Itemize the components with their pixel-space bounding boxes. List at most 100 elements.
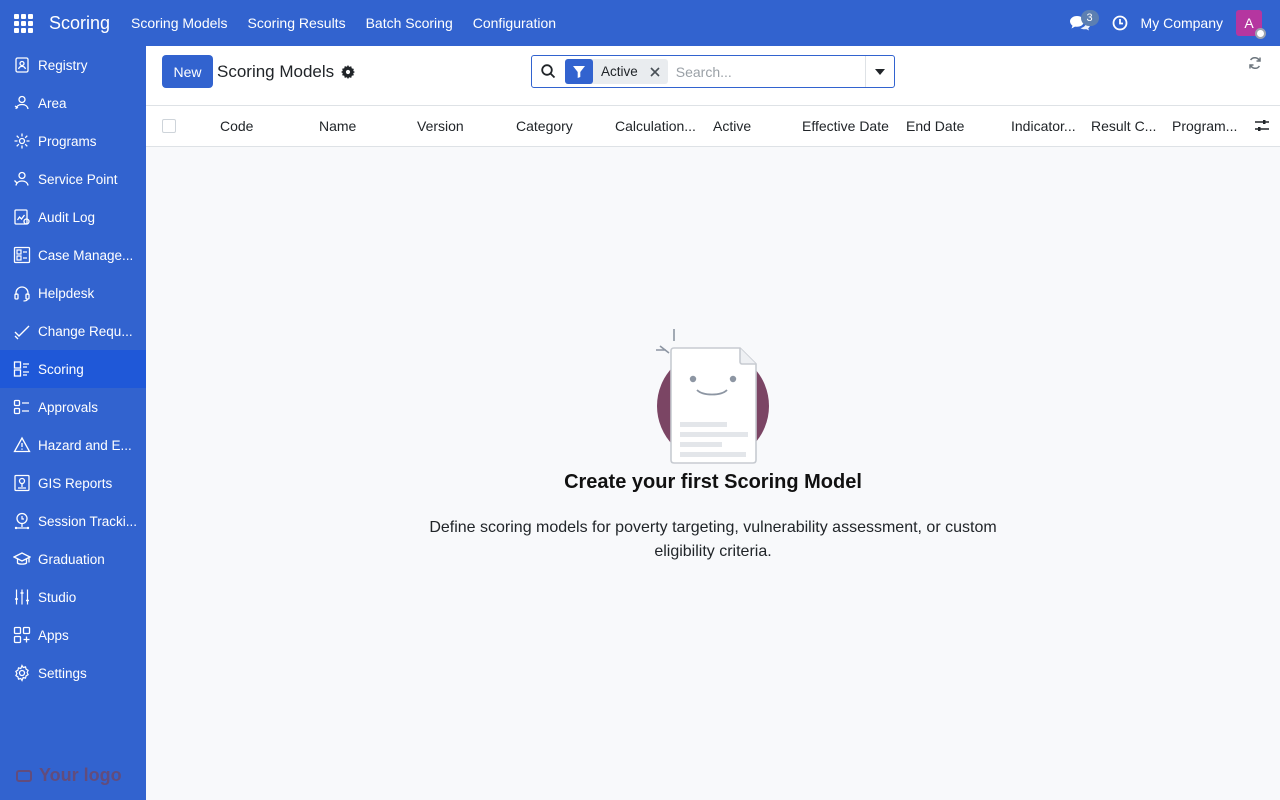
studio-sliders-icon xyxy=(13,588,31,606)
list-header: Code Name Version Category Calculation..… xyxy=(146,106,1280,147)
systray: 3 My Company A xyxy=(1065,0,1280,46)
sidebar-item-label: Scoring xyxy=(38,361,84,377)
search-input[interactable] xyxy=(675,57,865,86)
sidebar-item-audit-log[interactable]: Audit Log xyxy=(0,198,146,236)
sidebar: Registry Area Programs Service Point Aud… xyxy=(0,46,146,800)
sidebar-item-label: Audit Log xyxy=(38,209,96,225)
company-logo: Your logo xyxy=(16,765,122,786)
app-menu-grid-icon[interactable] xyxy=(0,0,46,46)
graduation-cap-icon xyxy=(13,550,31,568)
empty-state-title: Create your first Scoring Model xyxy=(564,471,862,493)
sidebar-item-graduation[interactable]: Graduation xyxy=(0,540,146,578)
sidebar-item-label: Studio xyxy=(38,589,77,605)
top-navbar: Scoring Scoring Models Scoring Results B… xyxy=(0,0,1280,46)
caret-down-icon xyxy=(875,68,885,75)
sidebar-item-label: Service Point xyxy=(38,171,118,187)
avatar-initial: A xyxy=(1244,15,1254,31)
menu-configuration[interactable]: Configuration xyxy=(473,15,556,31)
menu-scoring-results[interactable]: Scoring Results xyxy=(248,15,346,31)
sidebar-item-label: Approvals xyxy=(38,399,99,415)
search-options-toggle[interactable] xyxy=(865,56,894,87)
active-filter-facet: Active xyxy=(565,59,668,84)
control-panel: New Scoring Models Active xyxy=(146,46,1280,106)
sidebar-item-label: Session Tracki... xyxy=(38,513,138,529)
apps-icon xyxy=(13,626,31,644)
sidebar-item-label: Area xyxy=(38,95,67,111)
new-button[interactable]: New xyxy=(162,55,213,88)
messages-button[interactable]: 3 xyxy=(1065,8,1099,38)
sidebar-item-hazard[interactable]: Hazard and E... xyxy=(0,426,146,464)
sidebar-item-label: Apps xyxy=(38,627,69,643)
column-header-active[interactable]: Active xyxy=(713,118,751,134)
column-header-programs[interactable]: Program... xyxy=(1172,118,1237,134)
refresh-icon[interactable] xyxy=(1248,56,1262,70)
app-brand[interactable]: Scoring xyxy=(49,13,110,34)
presence-status-icon xyxy=(1255,28,1266,39)
sidebar-item-approvals[interactable]: Approvals xyxy=(0,388,146,426)
camera-icon xyxy=(16,769,32,782)
sidebar-item-helpdesk[interactable]: Helpdesk xyxy=(0,274,146,312)
sidebar-item-studio[interactable]: Studio xyxy=(0,578,146,616)
scoring-icon xyxy=(13,360,31,378)
facet-label: Active xyxy=(601,64,638,79)
filter-funnel-icon xyxy=(565,59,593,84)
clock-icon xyxy=(1112,15,1127,31)
sidebar-item-gis-reports[interactable]: GIS Reports xyxy=(0,464,146,502)
sidebar-item-label: Programs xyxy=(38,133,97,149)
column-header-category[interactable]: Category xyxy=(516,118,573,134)
audit-log-icon xyxy=(13,208,31,226)
sidebar-item-label: GIS Reports xyxy=(38,475,113,491)
sidebar-item-area[interactable]: Area xyxy=(0,84,146,122)
sidebar-item-service-point[interactable]: Service Point xyxy=(0,160,146,198)
sidebar-item-label: Change Requ... xyxy=(38,323,133,339)
sidebar-item-label: Registry xyxy=(38,57,88,73)
user-avatar[interactable]: A xyxy=(1236,10,1266,39)
registry-icon xyxy=(13,56,31,74)
sidebar-item-scoring[interactable]: Scoring xyxy=(0,350,146,388)
warning-icon xyxy=(13,436,31,454)
column-header-effective-date[interactable]: Effective Date xyxy=(802,118,889,134)
sidebar-item-session-tracking[interactable]: Session Tracki... xyxy=(0,502,146,540)
sidebar-item-programs[interactable]: Programs xyxy=(0,122,146,160)
check-icon xyxy=(13,322,31,340)
sidebar-item-settings[interactable]: Settings xyxy=(0,654,146,692)
actions-gear-icon[interactable] xyxy=(341,65,355,79)
sidebar-item-registry[interactable]: Registry xyxy=(0,46,146,84)
messages-count-badge: 3 xyxy=(1080,10,1099,26)
sidebar-item-label: Case Manage... xyxy=(38,247,134,263)
empty-document-illustration xyxy=(656,329,769,464)
activities-button[interactable] xyxy=(1109,8,1131,38)
menu-batch-scoring[interactable]: Batch Scoring xyxy=(366,15,453,31)
sidebar-item-label: Settings xyxy=(38,665,87,681)
optional-columns-sliders-icon[interactable] xyxy=(1254,118,1270,134)
column-header-result-c[interactable]: Result C... xyxy=(1091,118,1156,134)
page-title: Scoring Models xyxy=(217,62,335,81)
column-header-version[interactable]: Version xyxy=(417,118,464,134)
search-icon[interactable] xyxy=(532,56,565,87)
sidebar-item-change-requests[interactable]: Change Requ... xyxy=(0,312,146,350)
column-header-indicators[interactable]: Indicator... xyxy=(1011,118,1076,134)
gear-icon xyxy=(13,664,31,682)
gis-reports-icon xyxy=(13,474,31,492)
column-header-name[interactable]: Name xyxy=(319,118,356,134)
service-point-icon xyxy=(13,170,31,188)
area-icon xyxy=(13,94,31,112)
top-menu: Scoring Models Scoring Results Batch Sco… xyxy=(131,15,576,31)
case-management-icon xyxy=(13,246,31,264)
select-all-checkbox[interactable] xyxy=(162,119,176,133)
sidebar-item-label: Hazard and E... xyxy=(38,437,132,453)
programs-icon xyxy=(13,132,31,150)
sidebar-item-apps[interactable]: Apps xyxy=(0,616,146,654)
column-header-end-date[interactable]: End Date xyxy=(906,118,964,134)
search-bar: Active xyxy=(531,55,895,88)
menu-scoring-models[interactable]: Scoring Models xyxy=(131,15,228,31)
sidebar-item-label: Helpdesk xyxy=(38,285,95,301)
sidebar-item-label: Graduation xyxy=(38,551,105,567)
session-tracking-icon xyxy=(13,512,31,530)
column-header-code[interactable]: Code xyxy=(220,118,253,134)
sidebar-item-case-management[interactable]: Case Manage... xyxy=(0,236,146,274)
company-switcher[interactable]: My Company xyxy=(1141,15,1223,31)
column-header-calculation[interactable]: Calculation... xyxy=(615,118,696,134)
remove-facet-close-icon[interactable] xyxy=(648,59,668,84)
approvals-icon xyxy=(13,398,31,416)
